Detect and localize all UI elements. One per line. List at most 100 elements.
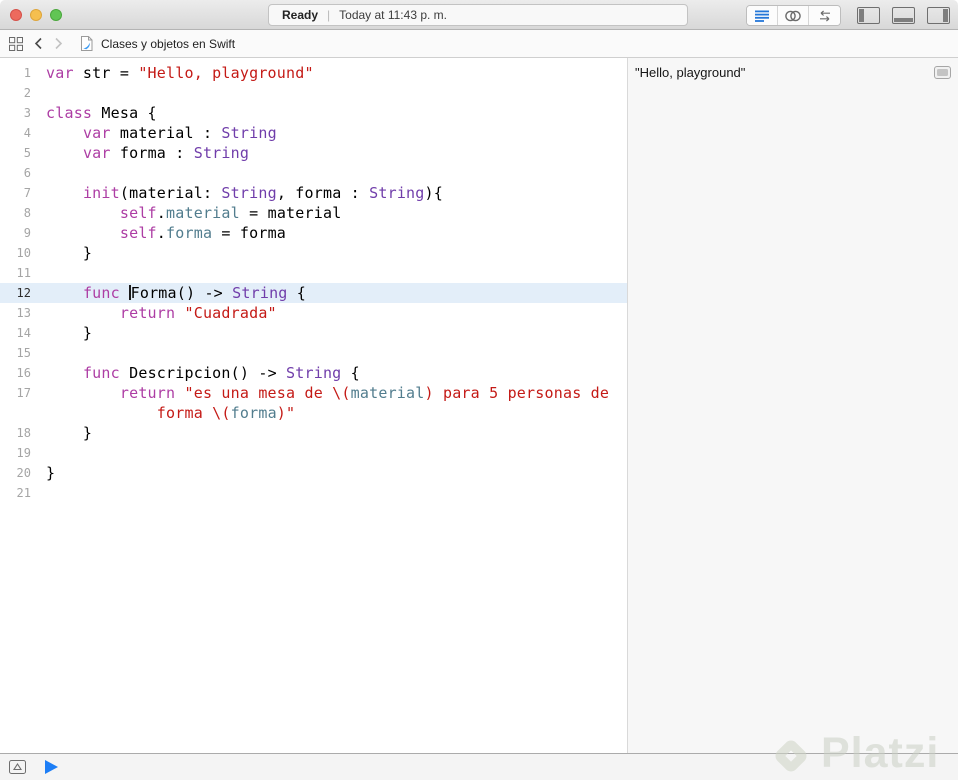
result-item[interactable]: "Hello, playground": [628, 63, 958, 83]
code-text: var str = "Hello, playground": [46, 64, 314, 82]
code-text: }: [46, 324, 93, 342]
code-text: }: [46, 244, 93, 262]
code-line[interactable]: 19: [0, 443, 627, 463]
assistant-editor-button[interactable]: [778, 6, 809, 25]
result-text: "Hello, playground": [635, 65, 746, 80]
window-controls: [10, 9, 62, 21]
line-number: 15: [16, 346, 31, 360]
code-text: func Forma() -> String {: [82, 284, 307, 302]
code-line[interactable]: 4 var material : String: [0, 123, 627, 143]
code-text: self.material = material: [119, 204, 342, 222]
editor-mode-segmented-control: [746, 5, 841, 26]
line-number: 5: [23, 146, 31, 160]
code-line[interactable]: 3 class Mesa {: [0, 103, 627, 123]
jump-bar: Clases y objetos en Swift: [0, 30, 958, 58]
version-editor-button[interactable]: [809, 6, 840, 25]
navigator-panel-icon: [856, 7, 880, 24]
line-number: 17: [16, 386, 31, 400]
code-line[interactable]: 15: [0, 343, 627, 363]
debug-area-toggle-icon: [9, 760, 26, 774]
code-text: var forma : String: [82, 144, 250, 162]
code-text: self.forma = forma: [119, 224, 287, 242]
code-text: var material : String: [82, 124, 277, 142]
line-number: 21: [16, 486, 31, 500]
line-number: 1: [23, 66, 31, 80]
close-button[interactable]: [10, 9, 22, 21]
code-line[interactable]: 2: [0, 83, 627, 103]
related-items-button[interactable]: [9, 36, 23, 51]
document-title[interactable]: Clases y objetos en Swift: [101, 37, 235, 51]
code-line[interactable]: 6: [0, 163, 627, 183]
line-number: 12: [16, 286, 31, 300]
toggle-navigator-button[interactable]: [855, 6, 881, 26]
toolbar-buttons: [746, 5, 951, 26]
code-text: }: [46, 464, 56, 482]
chevron-left-icon: [34, 37, 42, 50]
code-line[interactable]: 16 func Descripcion() -> String {: [0, 363, 627, 383]
code-line[interactable]: 1 var str = "Hello, playground": [0, 63, 627, 83]
line-number: [0, 403, 31, 423]
code-line[interactable]: 14 }: [0, 323, 627, 343]
code-line[interactable]: 13 return "Cuadrada": [0, 303, 627, 323]
code-text: func Descripcion() -> String {: [82, 364, 360, 382]
code-text: forma \(forma)": [156, 404, 296, 422]
debug-bar: [0, 753, 958, 780]
code-line[interactable]: 9 self.forma = forma: [0, 223, 627, 243]
code-text: }: [46, 424, 93, 442]
code-line[interactable]: 8 self.material = material: [0, 203, 627, 223]
related-items-icon: [9, 36, 23, 51]
code-editor[interactable]: 1 var str = "Hello, playground" 2 3 class Me…: [0, 58, 627, 753]
xcode-playground-window: Ready | Today at 11:43 p. m. Clases y ob…: [0, 0, 958, 783]
line-number: 19: [16, 446, 31, 460]
line-number: 8: [23, 206, 31, 220]
code-line[interactable]: 18 }: [0, 423, 627, 443]
run-playground-button[interactable]: [45, 760, 58, 774]
toggle-debug-area-button[interactable]: [890, 6, 916, 26]
line-number: 14: [16, 326, 31, 340]
code-line[interactable]: 7 init(material: String, forma : String)…: [0, 183, 627, 203]
status-text: Ready: [282, 8, 319, 22]
code-line[interactable]: 21: [0, 483, 627, 503]
line-number: 20: [16, 466, 31, 480]
forward-button[interactable]: [54, 37, 63, 50]
minimize-button[interactable]: [30, 9, 42, 21]
results-sidebar: "Hello, playground": [627, 58, 958, 753]
line-number: 2: [23, 86, 31, 100]
back-button[interactable]: [34, 37, 43, 50]
line-number: 16: [16, 366, 31, 380]
line-number: 3: [23, 106, 31, 120]
version-editor-icon: [819, 10, 830, 21]
status-separator: |: [327, 8, 331, 22]
chevron-right-icon: [55, 37, 63, 50]
playground-file-icon: [80, 36, 93, 51]
code-line[interactable]: 11: [0, 263, 627, 283]
code-line[interactable]: 20}: [0, 463, 627, 483]
toggle-debug-area-bottom-button[interactable]: [9, 760, 26, 774]
debug-panel-icon: [891, 7, 915, 24]
line-number: 13: [16, 306, 31, 320]
status-timestamp: Today at 11:43 p. m.: [339, 8, 447, 22]
line-number: 9: [23, 226, 31, 240]
line-number: 11: [16, 266, 31, 280]
code-text: class Mesa {: [46, 104, 157, 122]
code-line[interactable]: 5 var forma : String: [0, 143, 627, 163]
activity-viewer: Ready | Today at 11:43 p. m.: [268, 4, 688, 26]
standard-editor-button[interactable]: [747, 6, 778, 25]
assistant-editor-icon: [785, 10, 801, 21]
zoom-button[interactable]: [50, 9, 62, 21]
show-result-button[interactable]: [934, 66, 951, 79]
code-line[interactable]: 10 }: [0, 243, 627, 263]
toggle-inspectors-button[interactable]: [925, 6, 951, 26]
code-line[interactable]: forma \(forma)": [0, 403, 627, 423]
inspector-panel-icon: [926, 7, 950, 24]
code-line[interactable]: 17 return "es una mesa de \(material) pa…: [0, 383, 627, 403]
code-line[interactable]: 12 func Forma() -> String {: [0, 283, 627, 303]
code-text: return "es una mesa de \(material) para …: [119, 384, 610, 402]
line-number: 18: [16, 426, 31, 440]
line-number: 6: [23, 166, 31, 180]
